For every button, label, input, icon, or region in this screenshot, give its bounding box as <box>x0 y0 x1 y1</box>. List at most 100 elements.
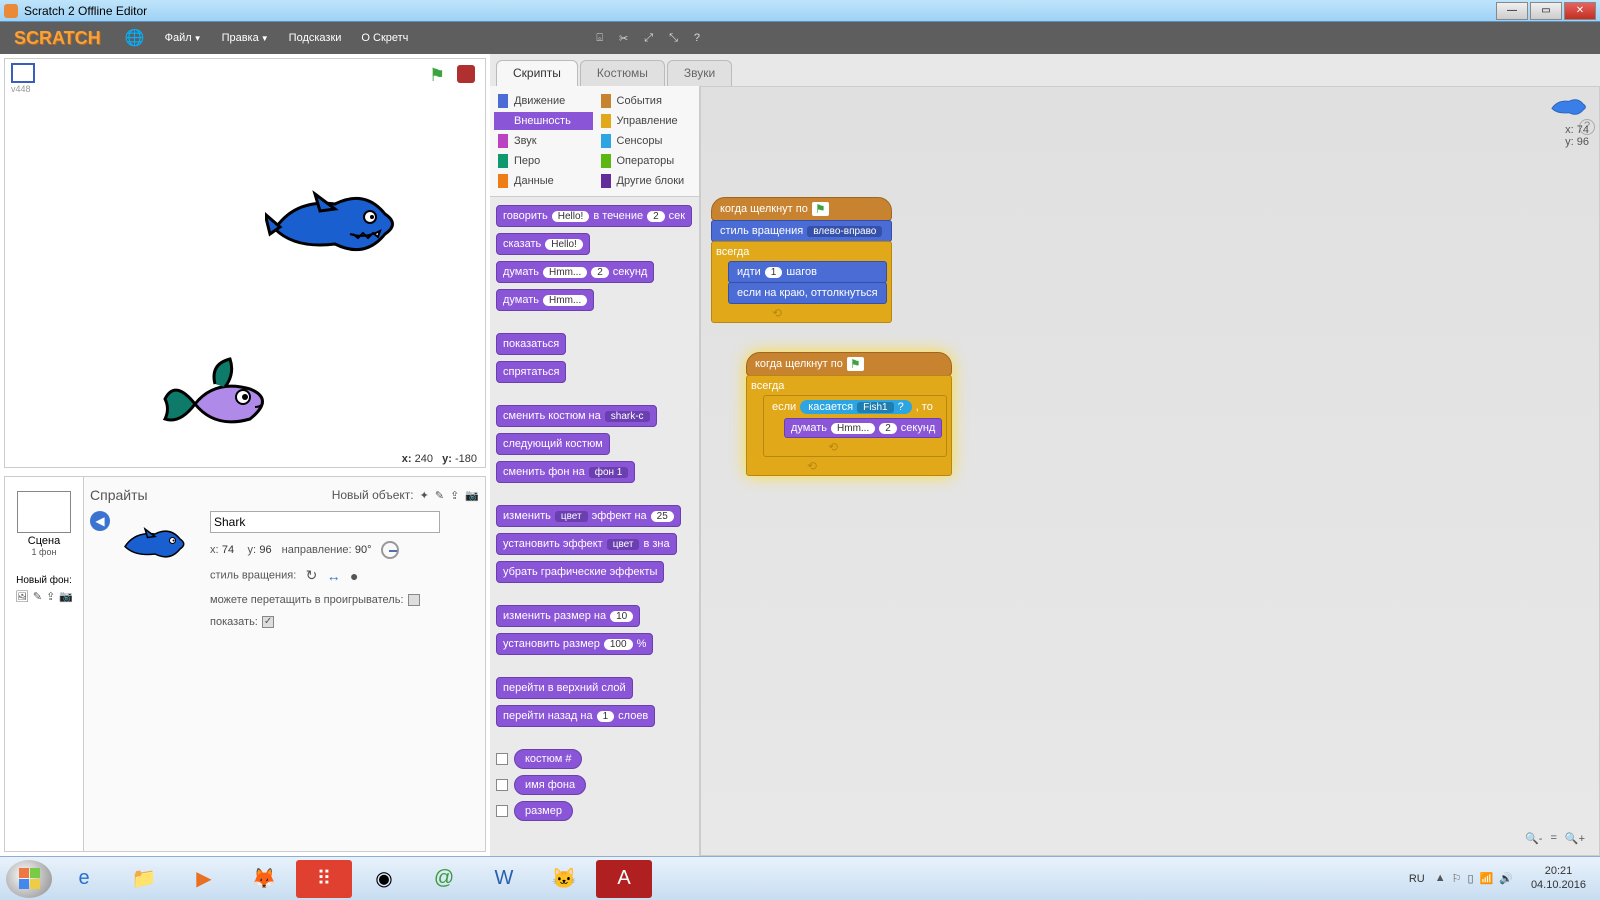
reporter-costume-num[interactable]: костюм # <box>496 749 699 769</box>
taskbar-red-app-icon[interactable]: ⠿ <box>296 860 352 898</box>
taskbar-pdf-icon[interactable]: A <box>596 860 652 898</box>
taskbar-media-icon[interactable]: ▶ <box>176 860 232 898</box>
menu-about[interactable]: О Скретч <box>351 32 418 44</box>
tab-sounds[interactable]: Звуки <box>667 60 732 86</box>
block-show[interactable]: показаться <box>496 333 566 355</box>
block-forever-1[interactable]: всегда идти1шагов если на краю, оттолкну… <box>711 241 892 323</box>
scene-thumbnail[interactable] <box>17 491 71 533</box>
block-forever-2[interactable]: всегда если касаетсяFish1? , то думатьHm… <box>746 375 952 476</box>
globe-icon[interactable]: 🌐 <box>115 28 155 48</box>
stop-sign-icon[interactable] <box>457 65 475 83</box>
block-think[interactable]: думатьHmm... <box>496 289 594 311</box>
sprite-library-icon[interactable]: ✦ <box>420 489 429 502</box>
cat-sound[interactable]: Звук <box>494 132 593 150</box>
tab-scripts[interactable]: Скрипты <box>496 60 578 86</box>
start-button[interactable] <box>6 860 52 898</box>
cat-motion[interactable]: Движение <box>494 92 593 110</box>
draggable-checkbox[interactable] <box>408 594 420 606</box>
cat-control[interactable]: Управление <box>597 112 696 130</box>
sprite-paint-icon[interactable]: ✎ <box>435 489 444 502</box>
block-think-for[interactable]: думатьHmm...2секунд <box>496 261 654 283</box>
block-next-costume[interactable]: следующий костюм <box>496 433 610 455</box>
reporter-bg-name[interactable]: имя фона <box>496 775 699 795</box>
menu-tips[interactable]: Подсказки <box>279 32 352 44</box>
bg-library-icon[interactable]: 🖼 <box>15 590 29 603</box>
taskbar-chrome-icon[interactable]: ◉ <box>356 860 412 898</box>
sprite-upload-icon[interactable]: ⇪ <box>450 489 459 502</box>
close-button[interactable]: ✕ <box>1564 2 1596 20</box>
stamp-tool-icon[interactable]: ⌺ <box>596 32 603 45</box>
cat-data[interactable]: Данные <box>494 172 593 190</box>
help-tool-icon[interactable]: ? <box>694 32 700 45</box>
block-set-effect[interactable]: установить эффектцветв зна <box>496 533 677 555</box>
bg-paint-icon[interactable]: ✎ <box>33 590 42 603</box>
bg-upload-icon[interactable]: ⇪ <box>46 590 55 603</box>
sprite-name-input[interactable] <box>210 511 440 533</box>
taskbar-scratch-icon[interactable]: 🐱 <box>536 860 592 898</box>
bg-camera-icon[interactable]: 📷 <box>59 590 73 603</box>
cat-looks[interactable]: Внешность <box>494 112 593 130</box>
block-go-front[interactable]: перейти в верхний слой <box>496 677 633 699</box>
stage[interactable]: v448 ⚑ x: 240 y: -180 <box>4 58 486 468</box>
cat-sensing[interactable]: Сенсоры <box>597 132 696 150</box>
taskbar-green-app-icon[interactable]: @ <box>416 860 472 898</box>
cat-events[interactable]: События <box>597 92 696 110</box>
taskbar-word-icon[interactable]: W <box>476 860 532 898</box>
sprite-back-button[interactable]: ◀ <box>90 511 110 531</box>
sprite-thumbnail[interactable] <box>120 511 200 581</box>
block-hide[interactable]: спрятаться <box>496 361 566 383</box>
sprite-camera-icon[interactable]: 📷 <box>465 489 479 502</box>
green-flag-icon[interactable]: ⚑ <box>429 65 449 85</box>
direction-dial[interactable] <box>381 541 399 559</box>
scratch-logo[interactable]: SCRATCH <box>0 28 115 49</box>
tray-lang[interactable]: RU <box>1409 873 1425 885</box>
tray-volume-icon[interactable]: 🔊 <box>1499 872 1513 885</box>
block-move[interactable]: идти1шагов <box>728 261 887 283</box>
menu-file[interactable]: Файл▼ <box>155 32 212 44</box>
rot-none-icon[interactable]: ● <box>350 568 358 584</box>
rot-leftright-icon[interactable]: ↔ <box>327 568 341 584</box>
block-when-flag-1[interactable]: когда щелкнут по⚑ <box>711 197 892 221</box>
taskbar-ie-icon[interactable]: e <box>56 860 112 898</box>
block-go-back[interactable]: перейти назад на1слоев <box>496 705 655 727</box>
sprite-shark-on-stage[interactable] <box>265 179 405 272</box>
minimize-button[interactable]: — <box>1496 2 1528 20</box>
block-set-size[interactable]: установить размер100% <box>496 633 653 655</box>
tray-chevron-icon[interactable]: ▲ <box>1435 872 1446 885</box>
block-say-for[interactable]: говоритьHello!в течение2сек <box>496 205 692 227</box>
block-change-size[interactable]: изменить размер на10 <box>496 605 640 627</box>
taskbar-firefox-icon[interactable]: 🦊 <box>236 860 292 898</box>
show-checkbox[interactable] <box>262 616 274 628</box>
maximize-button[interactable]: ▭ <box>1530 2 1562 20</box>
cut-tool-icon[interactable]: ✂ <box>619 32 628 45</box>
zoom-reset-icon[interactable]: = <box>1550 832 1556 845</box>
script-2[interactable]: когда щелкнут по⚑ всегда если касаетсяFi… <box>746 352 952 476</box>
block-change-effect[interactable]: изменитьцветэффект на25 <box>496 505 681 527</box>
block-when-flag-2[interactable]: когда щелкнут по⚑ <box>746 352 952 376</box>
grow-tool-icon[interactable]: ⤢ <box>644 32 653 45</box>
block-set-rotation[interactable]: стиль вращениявлево-вправо <box>711 220 892 242</box>
reporter-size[interactable]: размер <box>496 801 699 821</box>
block-say[interactable]: сказатьHello! <box>496 233 590 255</box>
fullscreen-icon[interactable] <box>11 63 35 83</box>
tab-costumes[interactable]: Костюмы <box>580 60 665 86</box>
block-if[interactable]: если касаетсяFish1? , то думатьHmm...2се… <box>763 395 947 457</box>
script-1[interactable]: когда щелкнут по⚑ стиль вращениявлево-вп… <box>711 197 892 323</box>
tray-clock[interactable]: 20:2104.10.2016 <box>1523 865 1594 891</box>
block-think-inner[interactable]: думатьHmm...2секунд <box>784 418 942 438</box>
zoom-out-icon[interactable]: 🔍- <box>1525 832 1542 845</box>
sprite-fish-on-stage[interactable] <box>155 349 295 462</box>
cat-operators[interactable]: Операторы <box>597 152 696 170</box>
script-canvas[interactable]: ? x: 74 y: 96 когда щелкнут по⚑ стиль вр… <box>700 86 1600 856</box>
tray-network-icon[interactable]: 📶 <box>1480 872 1494 885</box>
rot-allround-icon[interactable]: ↻ <box>306 567 318 584</box>
block-bounce[interactable]: если на краю, оттолкнуться <box>728 282 887 304</box>
block-touching[interactable]: касаетсяFish1? <box>800 400 912 414</box>
tray-battery-icon[interactable]: ▯ <box>1467 872 1473 885</box>
block-clear-effects[interactable]: убрать графические эффекты <box>496 561 664 583</box>
cat-pen[interactable]: Перо <box>494 152 593 170</box>
tray-flag-icon[interactable]: ⚐ <box>1452 872 1462 885</box>
cat-more[interactable]: Другие блоки <box>597 172 696 190</box>
shrink-tool-icon[interactable]: ⤡ <box>669 32 678 45</box>
zoom-in-icon[interactable]: 🔍+ <box>1565 832 1585 845</box>
